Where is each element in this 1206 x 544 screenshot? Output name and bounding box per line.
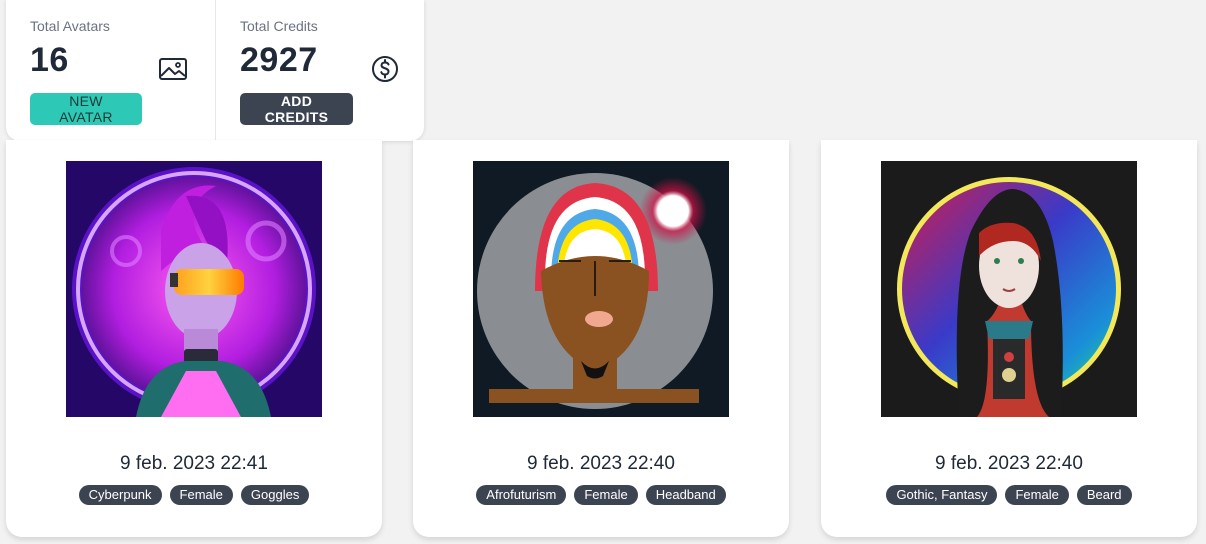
dollar-icon [372,56,398,82]
tag: Female [1005,485,1069,505]
tag: Goggles [240,485,310,505]
avatar-card[interactable]: 9 feb. 2023 22:40 Gothic, Fantasy Female… [821,140,1197,537]
tag: Afrofuturism [476,485,567,505]
stat-total-avatars: Total Avatars 16 NEW AVATAR [6,0,215,141]
avatar-date: 9 feb. 2023 22:40 [527,453,675,474]
image-icon [159,58,187,80]
tag-list: Afrofuturism Female Headband [413,485,789,505]
tag: Cyberpunk [78,485,162,505]
avatar-date: 9 feb. 2023 22:40 [935,453,1083,474]
avatar-date: 9 feb. 2023 22:41 [120,453,268,474]
stat-title: Total Avatars [30,18,110,34]
tag-list: Gothic, Fantasy Female Beard [821,485,1197,505]
tag: Beard [1076,485,1132,505]
gothic-avatar-image[interactable] [881,161,1137,417]
add-credits-button[interactable]: ADD CREDITS [240,93,353,125]
stat-title: Total Credits [240,18,318,34]
avatar-card[interactable]: 9 feb. 2023 22:40 Afrofuturism Female He… [413,140,789,537]
tag: Gothic, Fantasy [886,485,998,505]
new-avatar-button[interactable]: NEW AVATAR [30,93,142,125]
afrofuturism-avatar-image[interactable] [473,161,729,417]
tag: Female [169,485,233,505]
tag: Headband [645,485,726,505]
stats-panel: Total Avatars 16 NEW AVATAR Total Credit… [6,0,424,141]
stat-total-credits: Total Credits 2927 ADD CREDITS [215,0,424,141]
avatar-card[interactable]: 9 feb. 2023 22:41 Cyberpunk Female Goggl… [6,140,382,537]
cyberpunk-avatar-image[interactable] [66,161,322,417]
tag-list: Cyberpunk Female Goggles [6,485,382,505]
tag: Female [574,485,638,505]
